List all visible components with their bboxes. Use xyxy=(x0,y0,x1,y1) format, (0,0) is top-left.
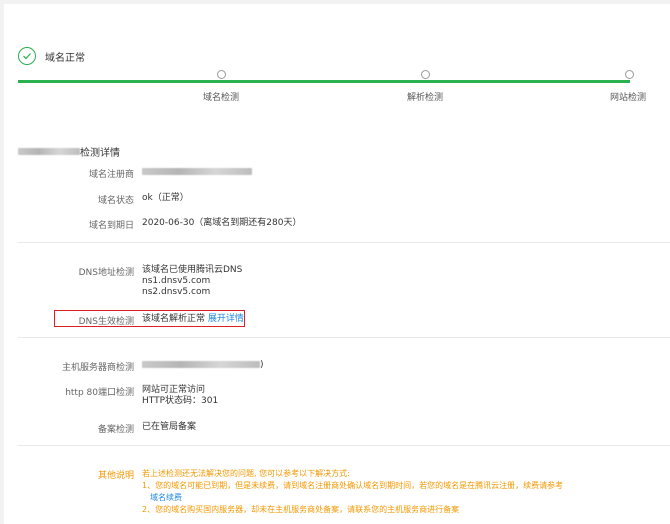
step-label-site: 网站检测 xyxy=(610,93,647,103)
host-provider-label: 主机服务器商检测 xyxy=(61,363,134,373)
http-check-label: http 80端口检测 xyxy=(65,388,134,398)
icp-value: 已在管局备案 xyxy=(142,422,197,432)
divider xyxy=(18,337,670,338)
domain-status-label: 域名状态 xyxy=(97,196,134,206)
divider xyxy=(18,445,670,446)
domain-check-panel: 域名正常 域名检测 解析检测 网站检测 检测详情 域名注册商 域名状态 ok（正… xyxy=(4,4,670,524)
registrar-label: 域名注册商 xyxy=(88,170,134,180)
progress-track xyxy=(18,80,630,83)
status-row: 域名正常 xyxy=(18,47,85,65)
check-circle-icon xyxy=(18,47,36,65)
dns-effective-value: 该域名解析正常 展开详情 xyxy=(142,314,244,325)
other-item-1: 1、您的域名可能已到期，但是未续费，请到域名注册商处确认域名到期时间，若您的域名… xyxy=(142,481,564,490)
expiry-value: 2020-06-30（离域名到期还有280天） xyxy=(142,218,302,228)
http-status-code: HTTP状态码：301 xyxy=(142,396,219,406)
dns-address-line: 该域名已使用腾讯云DNS xyxy=(142,265,243,275)
dns-effective-text: 该域名解析正常 xyxy=(142,314,206,324)
http-accessible: 网站可正常访问 xyxy=(142,385,206,395)
other-item-2: 2、您的域名购买国内服务器，却未在主机服务商处备案，请联系您的主机服务商进行备案 xyxy=(142,505,460,514)
step-node-domain xyxy=(217,70,226,79)
domain-renewal-link[interactable]: 域名续费 xyxy=(150,493,182,502)
registrar-value xyxy=(142,167,252,178)
status-text: 域名正常 xyxy=(45,52,85,64)
icp-label: 备案检测 xyxy=(97,425,134,435)
http-check-value: 网站可正常访问 HTTP状态码：301 xyxy=(142,385,218,407)
other-notes: 若上述检测还无法解决您的问题, 您可以参考以下解决方式: 1、您的域名可能已到期… xyxy=(142,468,662,516)
divider xyxy=(18,242,670,243)
step-label-domain: 域名检测 xyxy=(203,93,240,103)
details-title-text: 检测详情 xyxy=(80,148,120,159)
dns-ns2: ns2.dnsv5.com xyxy=(142,287,211,297)
expiry-label: 域名到期日 xyxy=(88,221,134,231)
step-node-dns xyxy=(421,70,430,79)
domain-status-value: ok（正常） xyxy=(142,193,189,203)
dns-address-label: DNS地址检测 xyxy=(78,268,134,278)
redacted-domain xyxy=(18,148,80,155)
step-label-dns: 解析检测 xyxy=(407,93,444,103)
dns-effective-label: DNS生效检测 xyxy=(78,317,134,327)
other-intro: 若上述检测还无法解决您的问题, 您可以参考以下解决方式: xyxy=(142,469,350,478)
step-node-site xyxy=(625,70,634,79)
dns-ns1: ns1.dnsv5.com xyxy=(142,276,211,286)
dns-address-value: 该域名已使用腾讯云DNS ns1.dnsv5.com ns2.dnsv5.com xyxy=(142,265,242,298)
other-notes-label: 其他说明 xyxy=(97,471,134,481)
expand-details-link[interactable]: 展开详情 xyxy=(208,314,244,324)
host-provider-value: ) xyxy=(142,360,264,371)
details-title: 检测详情 xyxy=(18,144,120,159)
